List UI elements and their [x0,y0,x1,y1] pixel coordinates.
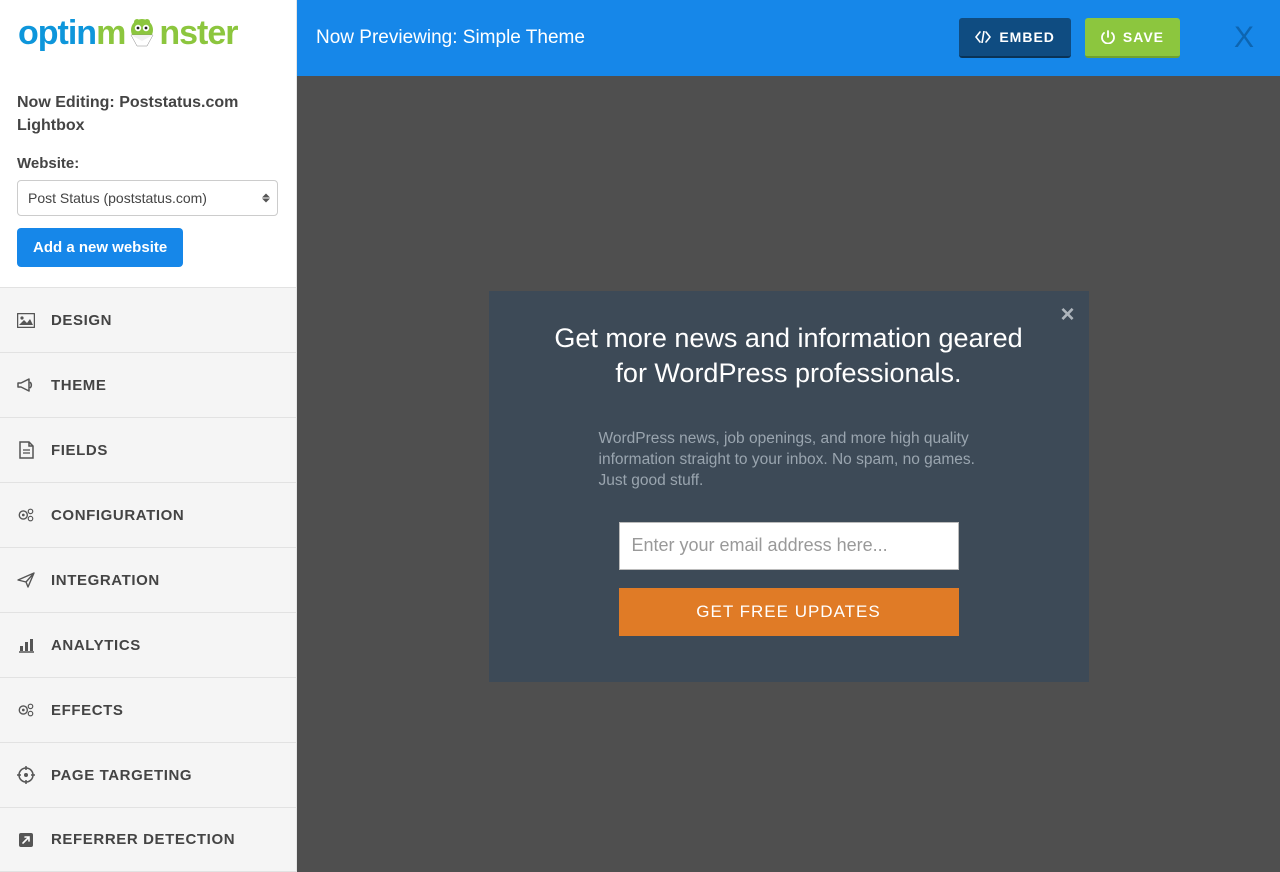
nav-label: THEME [51,377,107,394]
logo-part1: optin [18,14,96,52]
nav-label: INTEGRATION [51,572,160,589]
topbar-actions: EMBED SAVE X [959,0,1280,76]
lightbox-description: WordPress news, job openings, and more h… [599,429,979,492]
embed-label: EMBED [999,29,1055,45]
nav-item-theme[interactable]: THEME [0,352,296,417]
lightbox-submit-button[interactable]: GET FREE UPDATES [619,588,959,636]
nav-item-design[interactable]: DESIGN [0,287,296,352]
monster-head-icon [125,16,159,50]
power-icon [1101,30,1115,44]
nav-item-referrer-detection[interactable]: REFERRER DETECTION [0,807,296,872]
lightbox-optin: × Get more news and information geared f… [489,291,1089,682]
website-select-wrap: Post Status (poststatus.com) [17,180,278,216]
preview-canvas: × Get more news and information geared f… [297,76,1280,872]
nav-label: CONFIGURATION [51,507,184,524]
logo-part2: m [96,14,125,52]
nav-item-integration[interactable]: INTEGRATION [0,547,296,612]
website-select[interactable]: Post Status (poststatus.com) [17,180,278,216]
nav-label: FIELDS [51,442,108,459]
lightbox-close-icon[interactable]: × [1060,303,1074,327]
lightbox-email-input[interactable] [619,522,959,570]
crosshairs-icon [17,766,35,784]
nav-item-page-targeting[interactable]: PAGE TARGETING [0,742,296,807]
nav-item-fields[interactable]: FIELDS [0,417,296,482]
sidebar: optinmnster Now Editing: Poststatus.com … [0,0,297,872]
nav-label: ANALYTICS [51,637,141,654]
bar-chart-icon [17,638,35,653]
bullhorn-icon [17,377,35,393]
save-button[interactable]: SAVE [1085,18,1180,58]
nav-item-configuration[interactable]: CONFIGURATION [0,482,296,547]
logo-text: optinmnster [18,14,237,53]
code-icon [975,31,991,43]
lightbox-title: Get more news and information geared for… [554,321,1024,391]
close-editor-button[interactable]: X [1208,0,1280,76]
nav-label: PAGE TARGETING [51,767,192,784]
topbar: Now Previewing: Simple Theme EMBED SAVE … [297,0,1280,76]
cogs-icon [17,507,35,523]
paper-plane-icon [17,572,35,588]
sidebar-info: Now Editing: Poststatus.com Lightbox Web… [0,69,296,287]
preview-title: Now Previewing: Simple Theme [316,27,585,49]
save-label: SAVE [1123,29,1164,45]
external-link-icon [17,832,35,848]
website-label: Website: [17,155,279,172]
file-icon [17,441,35,459]
add-website-button[interactable]: Add a new website [17,228,183,267]
cogs-icon [17,702,35,718]
nav-label: EFFECTS [51,702,124,719]
nav-label: REFERRER DETECTION [51,831,235,848]
sidebar-nav: DESIGN THEME FIELDS CONFIGURATION INTEGR… [0,287,296,872]
now-editing-label: Now Editing: Poststatus.com Lightbox [17,91,279,137]
logo-part3: nster [159,14,237,52]
image-icon [17,313,35,328]
nav-label: DESIGN [51,312,112,329]
nav-item-analytics[interactable]: ANALYTICS [0,612,296,677]
embed-button[interactable]: EMBED [959,18,1071,58]
main: Now Previewing: Simple Theme EMBED SAVE … [297,0,1280,872]
nav-item-effects[interactable]: EFFECTS [0,677,296,742]
logo: optinmnster [0,0,296,69]
